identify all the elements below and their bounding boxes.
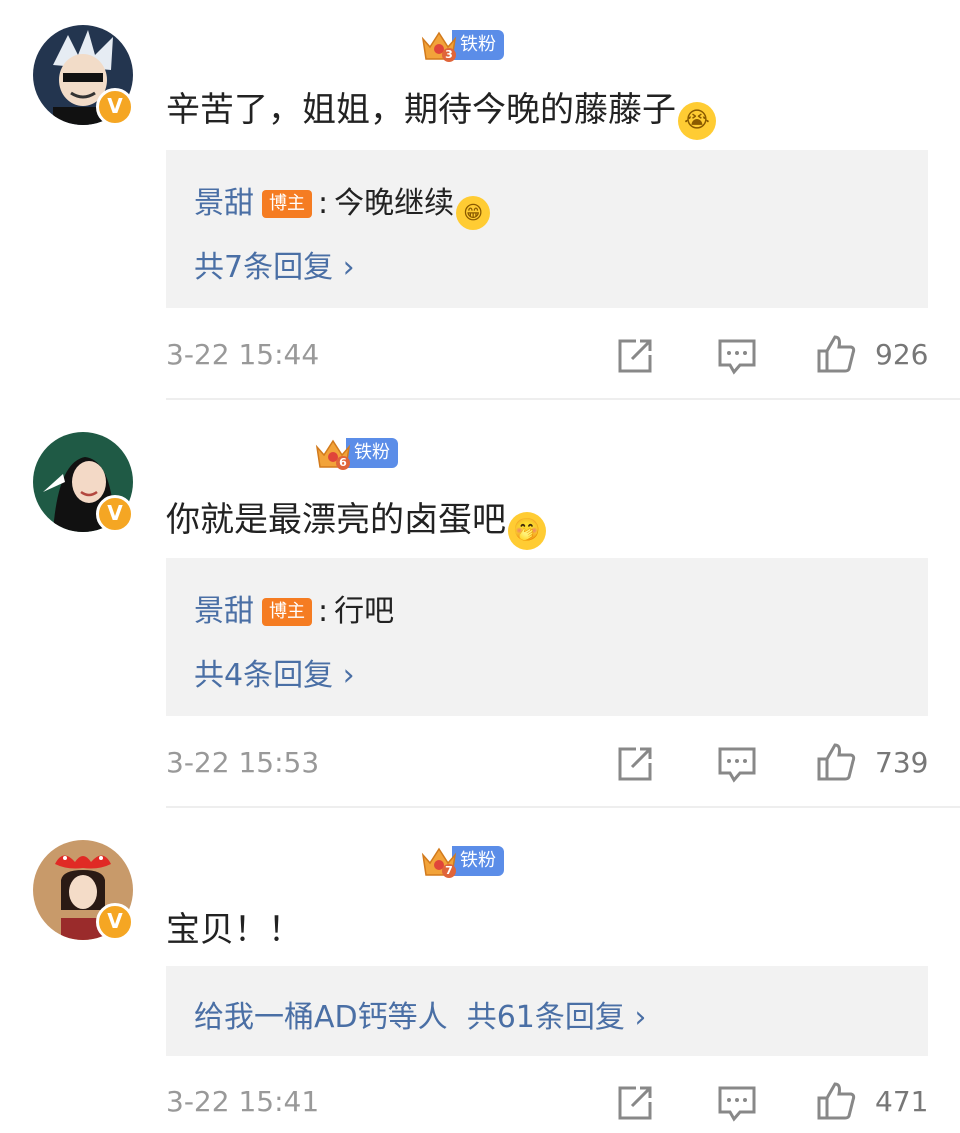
reply-box[interactable]: 景甜 博主: 今晚继续 😁 共7条回复 ›: [166, 150, 928, 308]
crown-icon: 3: [420, 27, 458, 63]
comment-text: 辛苦了，姐姐，期待今晚的藤藤子 😭: [166, 82, 716, 140]
comment-icon[interactable]: [716, 1082, 758, 1124]
reply-author[interactable]: 景甜: [194, 186, 254, 221]
fan-badge-label: 铁粉: [452, 30, 504, 60]
comment-text: 宝贝！！: [166, 910, 302, 950]
reply-content: 今晚继续: [334, 186, 455, 221]
blogger-tag: 博主: [262, 598, 312, 626]
like-count: 471: [875, 1085, 929, 1118]
comment-text: 你就是最漂亮的卤蛋吧 🤭: [166, 492, 546, 550]
more-replies-link[interactable]: 共7条回复 ›: [194, 242, 355, 286]
reply-author[interactable]: 景甜: [194, 594, 254, 629]
timestamp: 3-22 15:44: [166, 338, 320, 371]
fan-level: 3: [442, 48, 456, 62]
reply-content: 行吧: [334, 594, 395, 629]
crown-icon: 6: [314, 435, 352, 471]
fan-level: 7: [442, 864, 456, 878]
verified-badge-icon: V: [96, 88, 134, 126]
reply-preview: 景甜 博主: 今晚继续 😁: [194, 178, 491, 230]
timestamp: 3-22 15:41: [166, 1085, 320, 1118]
shy-emoji-icon: 🤭: [508, 512, 546, 550]
reply-box[interactable]: 给我一桶AD钙等人 共61条回复 ›: [166, 966, 928, 1056]
grin-emoji-icon: 😁: [456, 196, 491, 230]
crying-laugh-emoji-icon: 😭: [678, 102, 716, 140]
fan-badge[interactable]: 6 铁粉: [314, 436, 398, 470]
fan-badge-label: 铁粉: [452, 846, 504, 876]
comment-icon[interactable]: [716, 743, 758, 785]
verified-badge-icon: V: [96, 495, 134, 533]
like-icon[interactable]: [815, 1080, 857, 1122]
reply-preview: 景甜 博主: 行吧: [194, 594, 395, 629]
reply-box[interactable]: 景甜 博主: 行吧 共4条回复 ›: [166, 558, 928, 716]
reply-summary-link[interactable]: 给我一桶AD钙等人 共61条回复 ›: [194, 992, 646, 1036]
crown-icon: 7: [420, 843, 458, 879]
share-icon[interactable]: [614, 743, 656, 785]
share-icon[interactable]: [614, 1082, 656, 1124]
like-count: 739: [875, 746, 929, 779]
like-icon[interactable]: [815, 333, 857, 375]
divider: [166, 806, 960, 808]
like-icon[interactable]: [815, 741, 857, 783]
fan-badge[interactable]: 7 铁粉: [420, 844, 504, 878]
blogger-tag: 博主: [262, 190, 312, 218]
comment-icon[interactable]: [716, 335, 758, 377]
timestamp: 3-22 15:53: [166, 746, 320, 779]
share-icon[interactable]: [614, 335, 656, 377]
verified-badge-icon: V: [96, 903, 134, 941]
more-replies-link[interactable]: 共4条回复 ›: [194, 650, 355, 694]
like-count: 926: [875, 338, 929, 371]
fan-level: 6: [336, 456, 350, 470]
fan-badge-label: 铁粉: [346, 438, 398, 468]
fan-badge[interactable]: 3 铁粉: [420, 28, 504, 62]
divider: [166, 398, 960, 400]
